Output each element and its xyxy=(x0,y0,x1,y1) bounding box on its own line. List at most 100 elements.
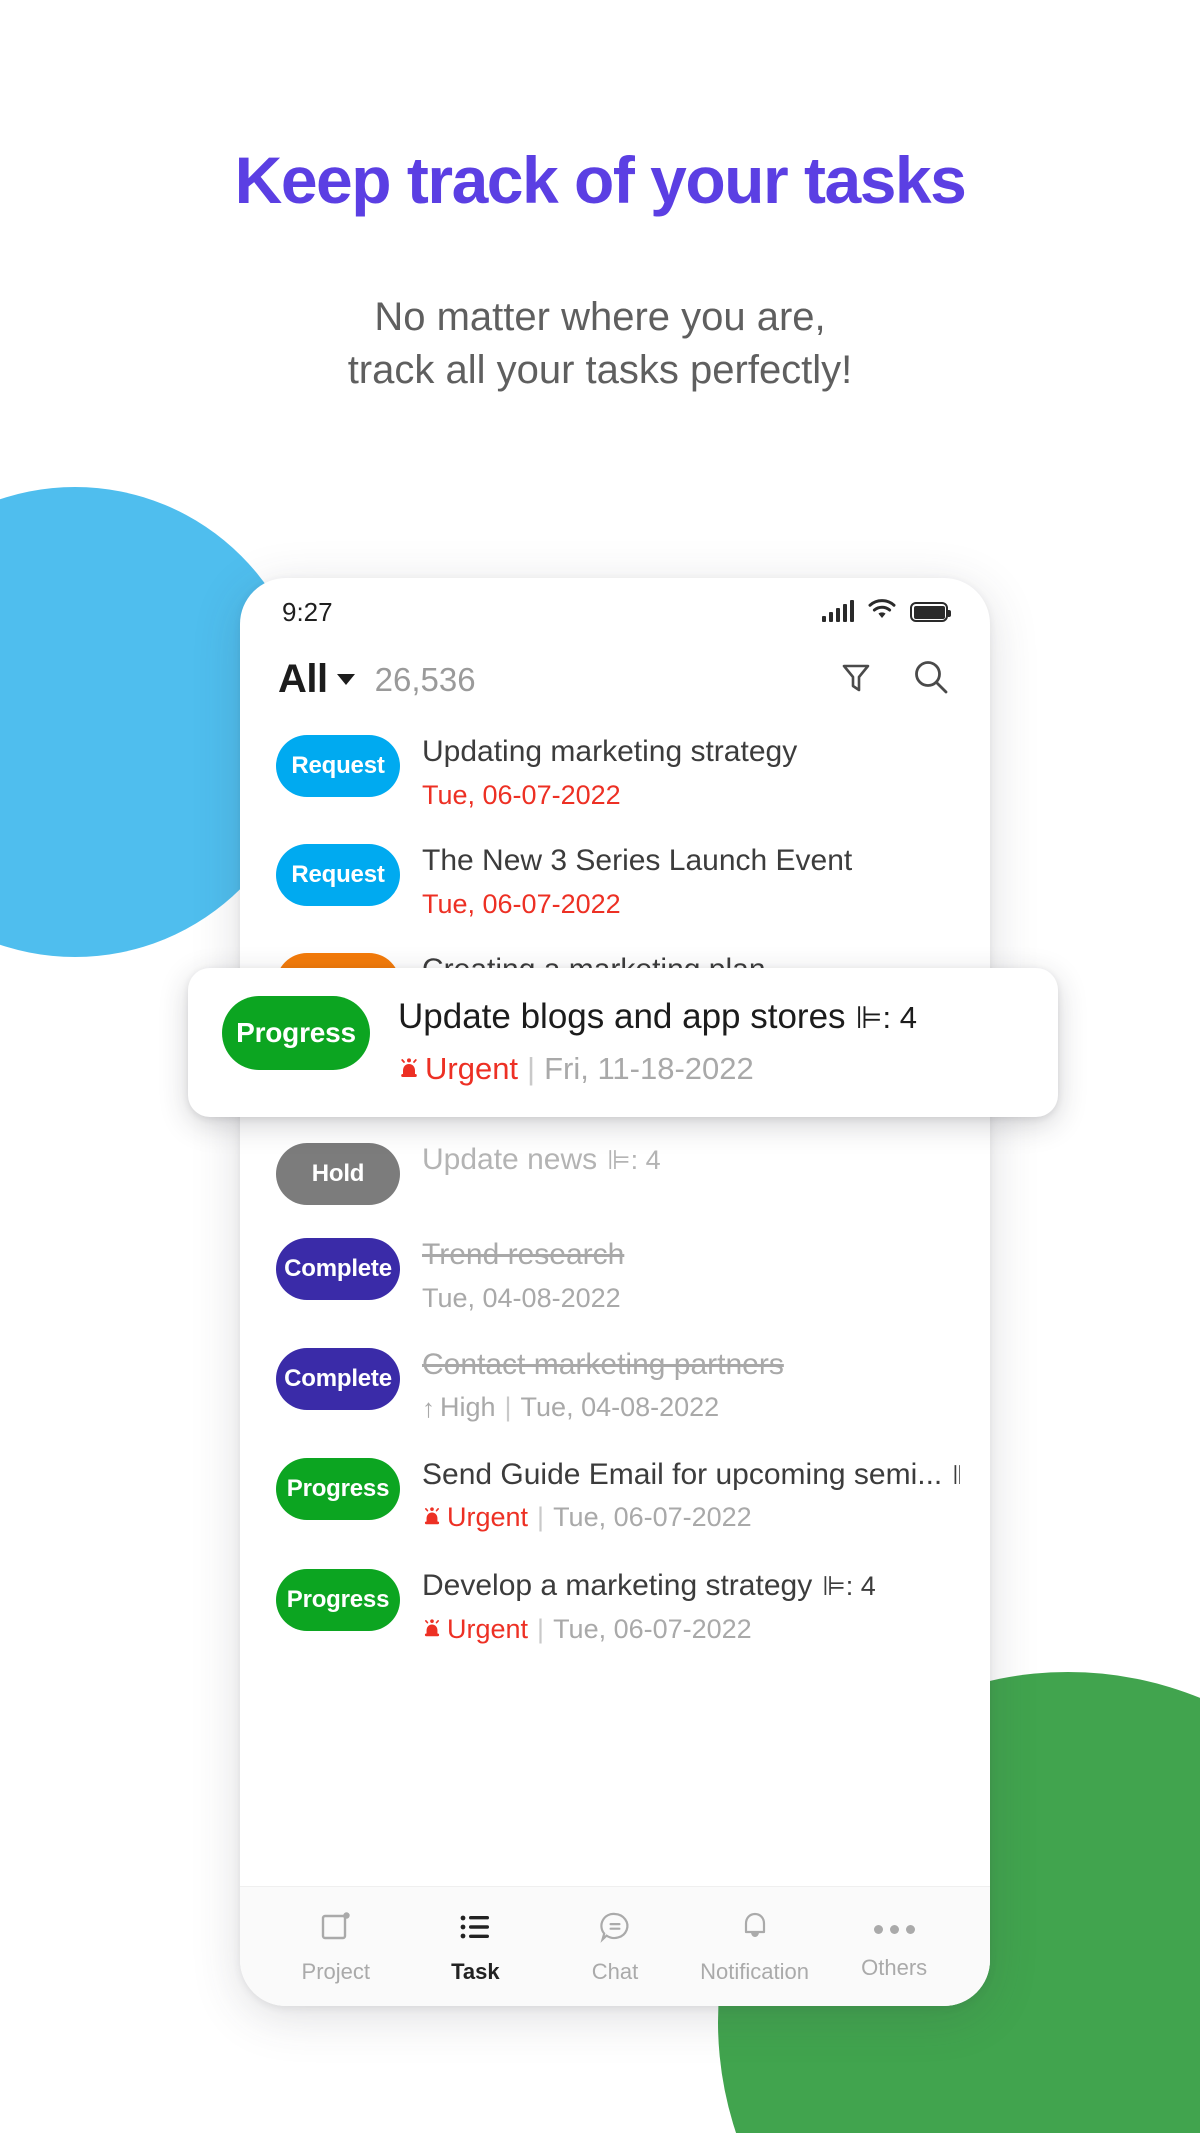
task-title-row: Update news ⊫: 4 xyxy=(422,1141,960,1179)
task-title-row: Develop a marketing strategy ⊫: 4 xyxy=(422,1567,960,1605)
priority-urgent: Urgent xyxy=(398,1051,518,1086)
subtask-count: ⊫: 4 xyxy=(855,1000,918,1035)
arrow-up-icon: ↑ xyxy=(422,1393,435,1424)
alarm-icon xyxy=(398,1052,420,1089)
task-row[interactable]: Complete Contact marketing partners ↑ High |… xyxy=(240,1330,990,1440)
meta-separator: | xyxy=(537,1613,545,1644)
bottom-navigation[interactable]: Project Task Chat Notification Others xyxy=(240,1886,990,2006)
priority-label: Urgent xyxy=(447,1613,529,1644)
task-date: Tue, 04-08-2022 xyxy=(520,1392,720,1423)
phone-mockup: 9:27 All 26,536 Request Updating marketi… xyxy=(240,578,990,2006)
task-title-row: Updating marketing strategy xyxy=(422,733,960,771)
subtask-count: ⊫: 4 xyxy=(822,1570,876,1601)
nav-item-chat[interactable]: Chat xyxy=(545,1909,685,1985)
nav-item-task[interactable]: Task xyxy=(406,1909,546,1985)
page-subtitle: No matter where you are, track all your … xyxy=(0,291,1200,397)
task-meta: Tue, 04-08-2022 xyxy=(422,1282,960,1314)
nav-label: Chat xyxy=(591,1958,639,1984)
priority-label: Urgent xyxy=(425,1051,519,1087)
priority-label: Urgent xyxy=(447,1502,529,1533)
wifi-icon xyxy=(868,599,896,625)
nav-label: Notification xyxy=(700,1958,809,1984)
nav-item-others[interactable]: Others xyxy=(824,1912,964,1981)
task-title: Contact marketing partners xyxy=(422,1347,784,1381)
battery-icon xyxy=(910,602,951,622)
task-title-row: Update blogs and app stores ⊫: 4 xyxy=(398,995,1024,1039)
subtitle-line-1: No matter where you are, xyxy=(374,295,826,340)
app-header: All 26,536 xyxy=(240,638,990,717)
task-row[interactable]: Progress Develop a marketing strategy ⊫: 4… xyxy=(240,1551,990,1662)
status-icons xyxy=(821,599,951,625)
task-body: Trend research Tue, 04-08-2022 xyxy=(422,1235,960,1314)
subtitle-line-2: track all your tasks perfectly! xyxy=(347,348,853,393)
subtask-count: ⊫: 4 xyxy=(952,1460,960,1490)
task-title-row: Trend research xyxy=(422,1236,960,1274)
status-badge[interactable]: Hold xyxy=(276,1143,400,1206)
filter-icon[interactable] xyxy=(836,657,876,702)
chevron-down-icon[interactable] xyxy=(336,674,355,685)
task-body: Contact marketing partners ↑ High | Tue, 04-… xyxy=(422,1345,960,1425)
status-badge[interactable]: Progress xyxy=(276,1457,400,1520)
task-row[interactable]: Request Updating marketing strategy Tue, 0… xyxy=(240,717,990,826)
task-title: Trend research xyxy=(422,1238,625,1272)
task-row[interactable]: Hold Update news ⊫: 4 xyxy=(240,1125,990,1220)
task-body: Send Guide Email for upcoming semi... ⊫: … xyxy=(422,1455,960,1536)
task-title: Develop a marketing strategy xyxy=(422,1568,813,1602)
nav-label: Others xyxy=(861,1955,928,1980)
task-body: Update blogs and app stores ⊫: 4 Urgent | F… xyxy=(398,994,1024,1089)
nav-item-project[interactable]: Project xyxy=(266,1909,406,1985)
task-meta: Tue, 06-07-2022 xyxy=(422,888,960,920)
task-body: Update news ⊫: 4 xyxy=(422,1140,960,1179)
signal-bars-icon xyxy=(821,600,854,622)
page-title: Keep track of your tasks xyxy=(234,143,967,217)
task-date: Tue, 06-07-2022 xyxy=(553,1502,752,1533)
task-list-icon xyxy=(457,1909,493,1950)
task-meta: Urgent | Tue, 06-07-2022 xyxy=(422,1613,960,1647)
status-badge[interactable]: Request xyxy=(276,735,400,797)
task-date: Tue, 06-07-2022 xyxy=(553,1613,752,1644)
chat-bubble-icon xyxy=(597,1909,633,1950)
nav-label: Task xyxy=(451,1958,500,1984)
meta-separator: | xyxy=(537,1502,545,1533)
alarm-icon xyxy=(422,1615,442,1647)
task-meta: Urgent | Tue, 06-07-2022 xyxy=(422,1501,960,1535)
task-date: Tue, 06-07-2022 xyxy=(422,888,621,919)
task-list[interactable]: Request Updating marketing strategy Tue, 0… xyxy=(240,717,990,1886)
status-time: 9:27 xyxy=(282,596,333,627)
bell-icon xyxy=(737,1909,773,1950)
meta-separator: | xyxy=(527,1051,536,1087)
task-priority: ↑ High xyxy=(422,1392,496,1424)
alarm-icon xyxy=(422,1503,442,1535)
task-row[interactable]: Request The New 3 Series Launch Event Tue,… xyxy=(240,826,990,935)
status-badge[interactable]: Request xyxy=(276,844,400,907)
search-icon[interactable] xyxy=(910,656,952,703)
task-title: The New 3 Series Launch Event xyxy=(422,844,853,878)
task-priority: Urgent xyxy=(422,1502,528,1532)
task-body: The New 3 Series Launch Event Tue, 06-07-… xyxy=(422,841,960,920)
task-row[interactable]: Complete Trend research Tue, 04-08-2022 xyxy=(240,1220,990,1329)
nav-item-notification[interactable]: Notification xyxy=(685,1909,825,1985)
status-badge[interactable]: Progress xyxy=(276,1568,400,1631)
task-title: Updating marketing strategy xyxy=(422,735,798,768)
task-date: Tue, 04-08-2022 xyxy=(422,1283,621,1314)
task-meta: Tue, 06-07-2022 xyxy=(422,779,960,811)
task-date: Tue, 06-07-2022 xyxy=(422,779,621,810)
status-badge[interactable]: Progress xyxy=(222,996,370,1070)
task-title-row: The New 3 Series Launch Event xyxy=(422,842,960,880)
task-title-row: Contact marketing partners xyxy=(422,1346,960,1384)
task-title-row: Send Guide Email for upcoming semi... ⊫: … xyxy=(422,1456,960,1494)
task-priority: Urgent xyxy=(422,1614,528,1644)
task-row[interactable]: Progress Send Guide Email for upcoming se… xyxy=(240,1440,990,1551)
task-title: Update news xyxy=(422,1143,598,1177)
highlighted-task-card[interactable]: Progress Update blogs and app stores ⊫: 4… xyxy=(188,968,1058,1118)
subtask-count: ⊫: 4 xyxy=(607,1145,661,1176)
task-title: Update blogs and app stores xyxy=(398,997,846,1036)
filter-dropdown-label[interactable]: All xyxy=(278,657,328,702)
status-badge[interactable]: Complete xyxy=(276,1347,400,1410)
task-date: Fri, 11-18-2022 xyxy=(544,1051,754,1087)
more-dots-icon xyxy=(873,1912,915,1946)
meta-separator: | xyxy=(504,1392,512,1423)
status-badge[interactable]: Complete xyxy=(276,1238,400,1301)
task-meta: Urgent | Fri, 11-18-2022 xyxy=(398,1050,1024,1089)
task-body: Develop a marketing strategy ⊫: 4 Urgent | T… xyxy=(422,1566,960,1647)
